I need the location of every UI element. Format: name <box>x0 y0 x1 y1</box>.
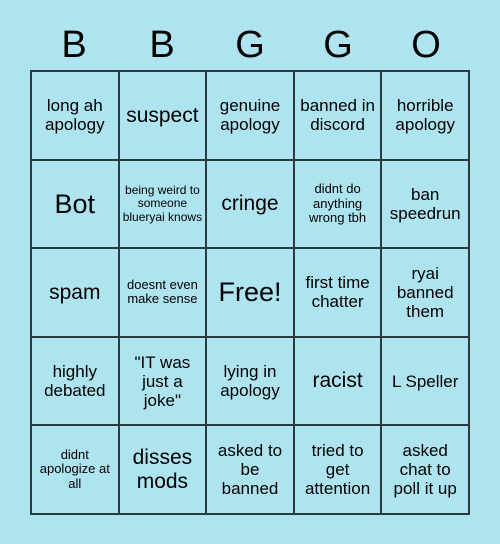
bingo-cell-label: didnt do anything wrong tbh <box>309 181 367 226</box>
bingo-cell[interactable]: being weird to someone blueryai knows <box>119 160 208 250</box>
bingo-cell-label: cringe <box>221 192 279 216</box>
bingo-cell[interactable]: "IT was just a joke" <box>119 337 208 427</box>
bingo-cell[interactable]: asked to be banned <box>207 426 295 515</box>
bingo-cell-label: horrible apology <box>395 96 455 135</box>
bingo-cell[interactable]: disses mods <box>119 426 208 515</box>
bingo-cell-label: "IT was just a joke" <box>134 352 191 410</box>
bingo-header-letter-4: G <box>323 24 353 66</box>
bingo-cell[interactable]: L Speller <box>382 337 470 427</box>
bingo-cell-label: lying in apology <box>220 362 280 401</box>
bingo-cell-label: tried to get attention <box>304 441 371 499</box>
bingo-cell[interactable]: first time chatter <box>294 249 383 338</box>
bingo-cell-label: being weird to someone blueryai knows <box>122 182 203 224</box>
bingo-cell-label: spam <box>49 280 101 304</box>
bingo-cell[interactable]: genuine apology <box>207 72 295 161</box>
bingo-cell[interactable]: highly debated <box>32 337 120 427</box>
bingo-cell[interactable]: racist <box>294 337 383 427</box>
bingo-cell-label: Bot <box>54 188 96 219</box>
bingo-cell[interactable]: ryai banned them <box>382 249 470 338</box>
bingo-cell[interactable]: horrible apology <box>382 72 470 161</box>
bingo-grid: long ah apology suspect genuine apology … <box>30 70 470 515</box>
bingo-header-letter-1: B <box>61 24 87 66</box>
bingo-cell-label: L Speller <box>391 371 459 391</box>
bingo-cell[interactable]: didnt apologize at all <box>32 426 120 515</box>
bingo-cell-label: doesnt even make sense <box>126 276 198 307</box>
bingo-cell-label: racist <box>312 369 363 393</box>
bingo-header-letter-2: B <box>149 24 175 66</box>
bingo-header-row: B B G G O <box>30 22 470 68</box>
bingo-cell-label: suspect <box>126 103 199 127</box>
bingo-cell-label: asked to be banned <box>217 441 283 499</box>
bingo-cell-label: Free! <box>218 277 282 308</box>
bingo-cell-label: ban speedrun <box>389 184 461 223</box>
bingo-cell[interactable]: cringe <box>207 160 295 250</box>
bingo-cell[interactable]: long ah apology <box>32 72 120 161</box>
bingo-cell[interactable]: suspect <box>119 72 208 161</box>
bingo-cell-label: genuine apology <box>219 96 281 135</box>
bingo-cell[interactable]: asked chat to poll it up <box>382 426 470 515</box>
bingo-cell[interactable]: doesnt even make sense <box>119 249 208 338</box>
bingo-cell[interactable]: lying in apology <box>207 337 295 427</box>
bingo-cell-label: long ah apology <box>45 96 105 135</box>
bingo-cell-label: highly debated <box>44 362 106 401</box>
bingo-cell-label: ryai banned them <box>396 263 454 321</box>
bingo-cell[interactable]: spam <box>32 249 120 338</box>
bingo-cell[interactable]: tried to get attention <box>294 426 383 515</box>
bingo-cell-label: first time chatter <box>305 273 370 312</box>
bingo-cell-label: disses mods <box>132 446 193 493</box>
bingo-cell-label: asked chat to poll it up <box>393 441 457 499</box>
bingo-header-letter-5: O <box>411 24 441 66</box>
bingo-cell-label: didnt apologize at all <box>39 446 110 491</box>
bingo-cell[interactable]: Bot <box>32 160 120 250</box>
bingo-card: B B G G O long ah apology suspect genuin… <box>0 0 500 544</box>
bingo-cell-free[interactable]: Free! <box>207 249 295 338</box>
bingo-cell-label: banned in discord <box>300 96 375 135</box>
bingo-cell[interactable]: banned in discord <box>294 72 383 161</box>
bingo-header-letter-3: G <box>235 24 265 66</box>
bingo-cell[interactable]: ban speedrun <box>382 160 470 250</box>
bingo-cell[interactable]: didnt do anything wrong tbh <box>294 160 383 250</box>
